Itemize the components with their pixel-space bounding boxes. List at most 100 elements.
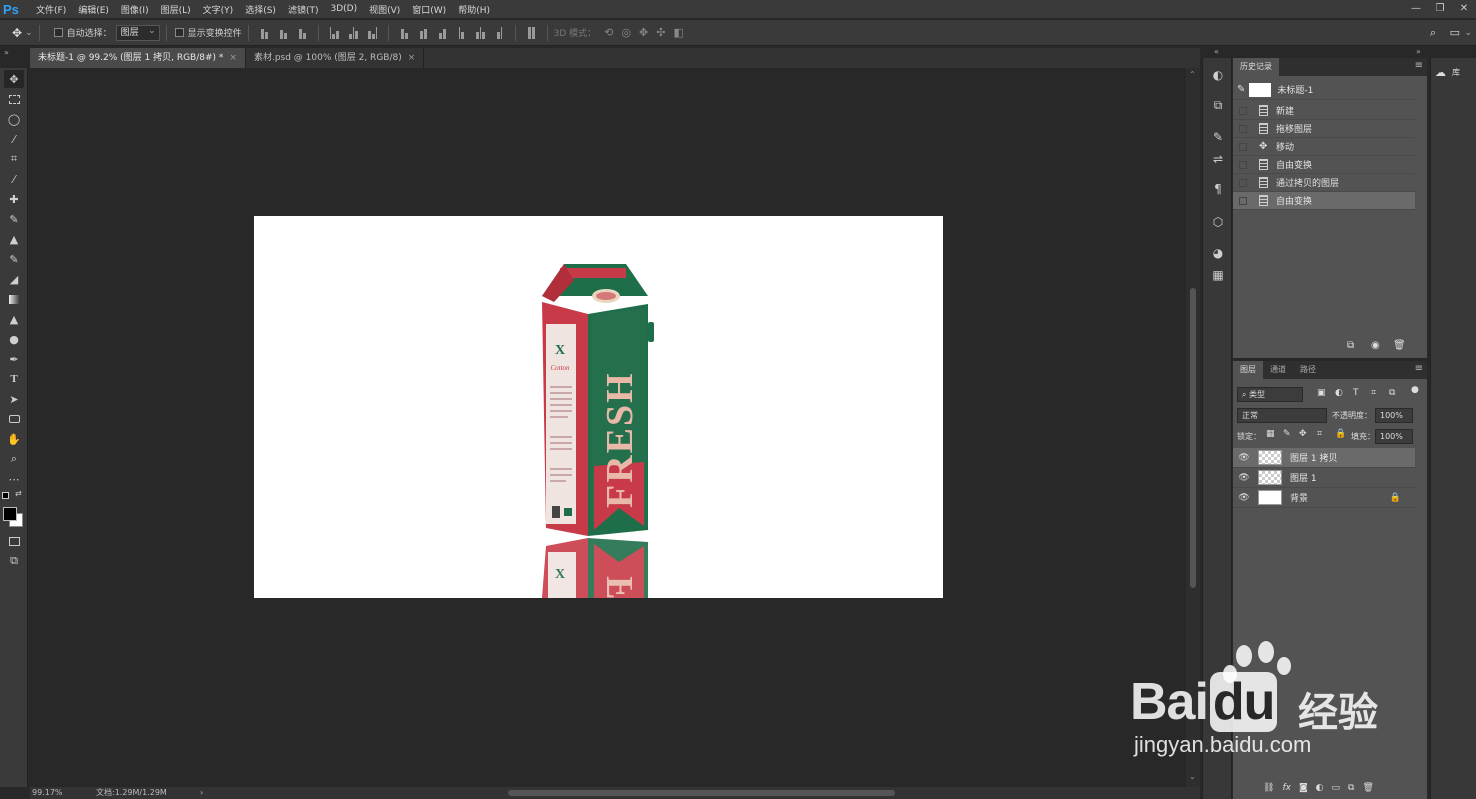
clone-source-icon[interactable]: ⧉ xyxy=(1209,96,1227,114)
path-selection-tool-icon[interactable]: ➤ xyxy=(4,390,24,408)
panel-collapse-icon[interactable]: « xyxy=(1214,47,1219,56)
layer-name[interactable]: 背景 xyxy=(1290,491,1308,504)
history-brush-tool-icon[interactable]: ✎ xyxy=(4,250,24,268)
lasso-tool-icon[interactable]: ◯ xyxy=(4,110,24,128)
vertical-scroll-thumb[interactable] xyxy=(1190,288,1196,588)
scroll-up-icon[interactable]: ⌃ xyxy=(1189,70,1196,79)
lock-image-icon[interactable]: ✎ xyxy=(1283,429,1291,439)
horizontal-scroll-thumb[interactable] xyxy=(508,790,895,796)
tool-presets-icon[interactable]: ⇌ xyxy=(1209,150,1227,168)
tab-material-psd[interactable]: 素材.psd @ 100% (图层 2, RGB/8) × xyxy=(246,48,425,68)
snapshot-camera-icon[interactable]: ◉ xyxy=(1371,340,1380,351)
layer-row-selected[interactable]: 👁 图层 1 拷贝 xyxy=(1233,448,1415,468)
dodge-tool-icon[interactable]: ● xyxy=(4,330,24,348)
distribute-right-icon[interactable] xyxy=(493,26,506,39)
tab-untitled-1[interactable]: 未标题-1 @ 99.2% (图层 1 拷贝, RGB/8#) * × xyxy=(30,48,246,68)
new-group-icon[interactable]: ▭ xyxy=(1332,783,1341,797)
eyedropper-tool-icon[interactable]: ⁄ xyxy=(4,170,24,188)
layer-name[interactable]: 图层 1 xyxy=(1290,471,1317,484)
align-bottom-icon[interactable] xyxy=(296,27,309,39)
tool-preset-chevron-icon[interactable]: ⌄ xyxy=(25,28,33,38)
zoom-level[interactable]: 99.17% xyxy=(32,787,63,799)
move-tool-icon[interactable]: ✥ xyxy=(4,70,24,88)
menu-select[interactable]: 选择(S) xyxy=(239,3,282,16)
magic-wand-tool-icon[interactable]: ⁄ xyxy=(4,130,24,148)
menu-layer[interactable]: 图层(L) xyxy=(155,3,197,16)
align-hcenter-icon[interactable] xyxy=(347,26,360,39)
quick-mask-icon[interactable] xyxy=(4,532,24,550)
panel-menu-icon[interactable]: ≡ xyxy=(1415,363,1423,374)
lock-transparent-icon[interactable]: ▦ xyxy=(1266,429,1275,439)
menu-type[interactable]: 文字(Y) xyxy=(197,3,240,16)
tab-history[interactable]: 历史记录 xyxy=(1233,58,1279,76)
screen-mode-icon[interactable]: ⧉ xyxy=(4,552,24,570)
panel-expand-icon[interactable]: » xyxy=(1416,47,1421,56)
default-colors-icon[interactable] xyxy=(2,492,9,499)
brush-presets-icon[interactable]: ✎ xyxy=(1209,128,1227,146)
hand-tool-icon[interactable]: ✋ xyxy=(4,430,24,448)
new-layer-icon[interactable]: ⧉ xyxy=(1348,783,1354,797)
layer-style-fx-icon[interactable]: fx xyxy=(1282,783,1291,797)
menu-file[interactable]: 文件(F) xyxy=(30,3,72,16)
filter-smart-object-icon[interactable]: ⧉ xyxy=(1389,388,1395,398)
workspace-icon[interactable]: ▭ xyxy=(1450,26,1460,39)
history-item[interactable]: 自由变换 xyxy=(1233,156,1415,174)
swap-colors-icon[interactable]: ⇄ xyxy=(15,489,22,498)
close-button[interactable]: ✕ xyxy=(1452,0,1476,18)
lock-all-icon[interactable]: 🔒 xyxy=(1335,429,1346,439)
foreground-color-swatch[interactable] xyxy=(3,507,17,521)
layer-filter-dropdown[interactable]: ⌕ 类型 xyxy=(1237,387,1303,402)
restore-button[interactable]: ❐ xyxy=(1428,0,1452,18)
toolbar-collapse-icon[interactable]: » xyxy=(4,48,9,57)
brush-tool-icon[interactable]: ✎ xyxy=(4,210,24,228)
align-right-icon[interactable] xyxy=(366,26,379,39)
history-item-selected[interactable]: 自由变换 xyxy=(1233,192,1415,210)
history-snapshot[interactable]: ✎ 未标题-1 xyxy=(1233,80,1415,100)
visibility-eye-icon[interactable]: 👁 xyxy=(1236,493,1252,503)
libraries-button[interactable]: ☁ 库 xyxy=(1435,66,1460,79)
tab-layers[interactable]: 图层 xyxy=(1233,361,1263,379)
filter-shape-icon[interactable]: ⌗ xyxy=(1371,388,1376,398)
3d-drag-icon[interactable]: ✥ xyxy=(639,26,648,39)
color-palette-icon[interactable]: ◕ xyxy=(1209,244,1227,262)
blend-mode-dropdown[interactable]: 正常 xyxy=(1237,408,1327,423)
tab-paths[interactable]: 路径 xyxy=(1293,361,1323,379)
filter-toggle-icon[interactable]: ● xyxy=(1411,385,1419,395)
pen-tool-icon[interactable]: ✒ xyxy=(4,350,24,368)
3d-scale-icon[interactable]: ◧ xyxy=(673,26,683,39)
menu-help[interactable]: 帮助(H) xyxy=(452,3,496,16)
menu-view[interactable]: 视图(V) xyxy=(363,3,406,16)
lock-artboard-icon[interactable]: ⌗ xyxy=(1317,429,1322,439)
auto-align-icon[interactable] xyxy=(525,26,538,39)
zoom-tool-icon[interactable]: ⌕ xyxy=(4,450,24,468)
auto-select-dropdown[interactable]: 图层 xyxy=(115,24,160,41)
visibility-eye-icon[interactable]: 👁 xyxy=(1236,473,1252,483)
new-document-from-state-icon[interactable]: ⧉ xyxy=(1347,340,1354,351)
show-transform-checkbox[interactable] xyxy=(174,28,184,37)
lock-position-icon[interactable]: ✥ xyxy=(1299,429,1307,439)
filter-pixel-icon[interactable]: ▣ xyxy=(1317,388,1326,398)
menu-edit[interactable]: 编辑(E) xyxy=(72,3,115,16)
distribute-left-icon[interactable] xyxy=(455,26,468,39)
paragraph-icon[interactable]: ¶ xyxy=(1209,180,1227,198)
crop-tool-icon[interactable]: ⌗ xyxy=(4,150,24,168)
align-top-icon[interactable] xyxy=(258,27,271,39)
add-mask-icon[interactable]: ◙ xyxy=(1299,783,1308,797)
distribute-hcenter-icon[interactable] xyxy=(474,26,487,39)
layer-name[interactable]: 图层 1 拷贝 xyxy=(1290,451,1337,464)
document-canvas[interactable]: X Cotton FRESH X F xyxy=(254,216,943,598)
distribute-top-icon[interactable] xyxy=(398,27,411,39)
panel-menu-icon[interactable]: ≡ xyxy=(1415,60,1423,71)
status-menu-icon[interactable]: › xyxy=(200,787,203,799)
link-layers-icon[interactable]: ⛓ xyxy=(1263,783,1274,797)
visibility-eye-icon[interactable]: 👁 xyxy=(1236,453,1252,463)
history-source-box[interactable] xyxy=(1239,196,1247,205)
history-item[interactable]: 新建 xyxy=(1233,102,1415,120)
auto-select-checkbox[interactable] xyxy=(53,28,63,37)
tab-channels[interactable]: 通道 xyxy=(1263,361,1293,379)
grid-table-icon[interactable]: ▦ xyxy=(1209,266,1227,284)
marquee-tool-icon[interactable] xyxy=(4,90,24,108)
3d-icon[interactable]: ⬡ xyxy=(1209,213,1227,231)
minimize-button[interactable]: — xyxy=(1404,0,1428,18)
opacity-input[interactable]: 100% xyxy=(1375,408,1413,423)
